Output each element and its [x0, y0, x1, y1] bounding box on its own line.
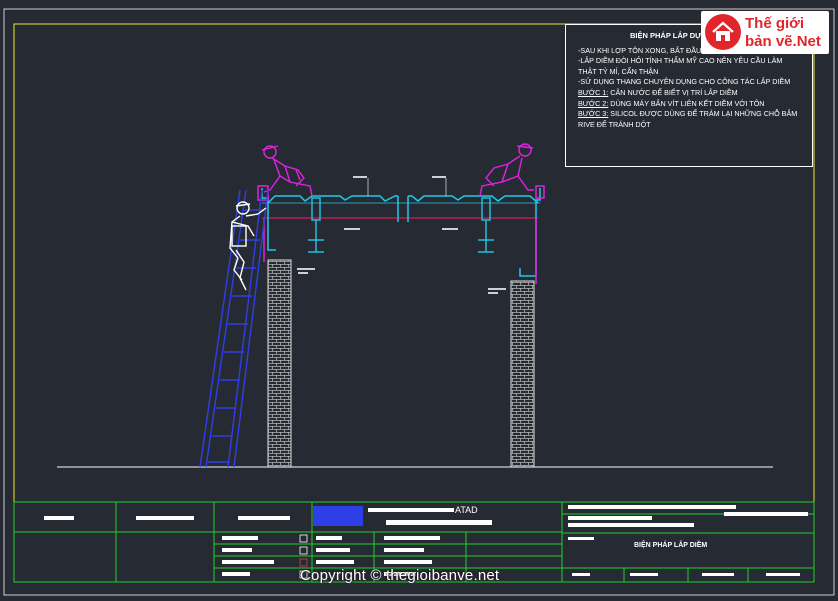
worker-right-icon — [479, 143, 534, 197]
copyright-watermark: Copyright © thegioibanve.net — [300, 567, 500, 584]
ladder-icon — [199, 189, 269, 468]
annotation-mark — [298, 272, 308, 274]
notes-step: BƯỚC 2: DÙNG MÁY BẮN VÍT LIÊN KẾT DIỀM V… — [578, 99, 806, 110]
step-label: BƯỚC 2: — [578, 98, 609, 108]
notes-line: THẬT TỶ MỈ, CẨN THẬN — [578, 66, 659, 76]
annotation-mark — [344, 228, 360, 230]
notes-line: RIVE ĐỂ TRÁNH DỘT — [578, 119, 651, 129]
company-logo-text: ATAD — [316, 507, 348, 521]
notes-line: -SỬ DỤNG THANG CHUYÊN DỤNG CHO CÔNG TÁC … — [578, 77, 791, 87]
company-name: ATAD — [455, 505, 478, 515]
purlin-supports — [308, 197, 494, 253]
step-text: DÙNG MÁY BẮN VÍT LIÊN KẾT DIỀM VỚI TÔN — [608, 98, 765, 108]
step-text: SILICOL ĐƯỢC DÙNG ĐỂ TRÁM LẠI NHỮNG CHỖ … — [608, 109, 798, 119]
notes-step: BƯỚC 1: CÂN NƯỚC ĐỂ BIẾT VỊ TRÍ LẮP DIỀM — [578, 88, 806, 99]
annotation-mark — [488, 288, 506, 290]
step-label: BƯỚC 1: — [578, 87, 609, 97]
annotation-mark — [297, 268, 315, 270]
annotation-mark — [488, 292, 498, 294]
step-text: CÂN NƯỚC ĐỂ BIẾT VỊ TRÍ LẮP DIỀM — [608, 87, 738, 97]
site-logo[interactable]: Thế giới bản vẽ.Net — [701, 11, 829, 54]
notes-line: -LẮP DIỀM ĐÒI HỎI TÍNH THẨM MỸ CAO NÊN Y… — [578, 56, 783, 66]
logo-line2: bản vẽ.Net — [745, 33, 821, 50]
logo-suffix: .Net — [792, 33, 821, 50]
logo-line2-text: bản vẽ — [745, 33, 793, 50]
annotation-mark — [442, 228, 458, 230]
left-brick-column — [267, 259, 292, 468]
step-label: BƯỚC 3: — [578, 109, 609, 119]
logo-line1: Thế giới — [745, 15, 804, 32]
annotation-mark — [353, 176, 367, 178]
annotation-mark — [432, 176, 446, 178]
right-brick-column — [510, 280, 535, 468]
house-icon — [705, 14, 741, 50]
title-block-labels — [44, 505, 808, 576]
worker-left-icon — [261, 145, 313, 197]
sheet-title: BIỆN PHÁP LẮP DIỀM — [634, 542, 708, 549]
notes-step: BƯỚC 3: SILICOL ĐƯỢC DÙNG ĐỂ TRÁM LẠI NH… — [578, 109, 806, 120]
